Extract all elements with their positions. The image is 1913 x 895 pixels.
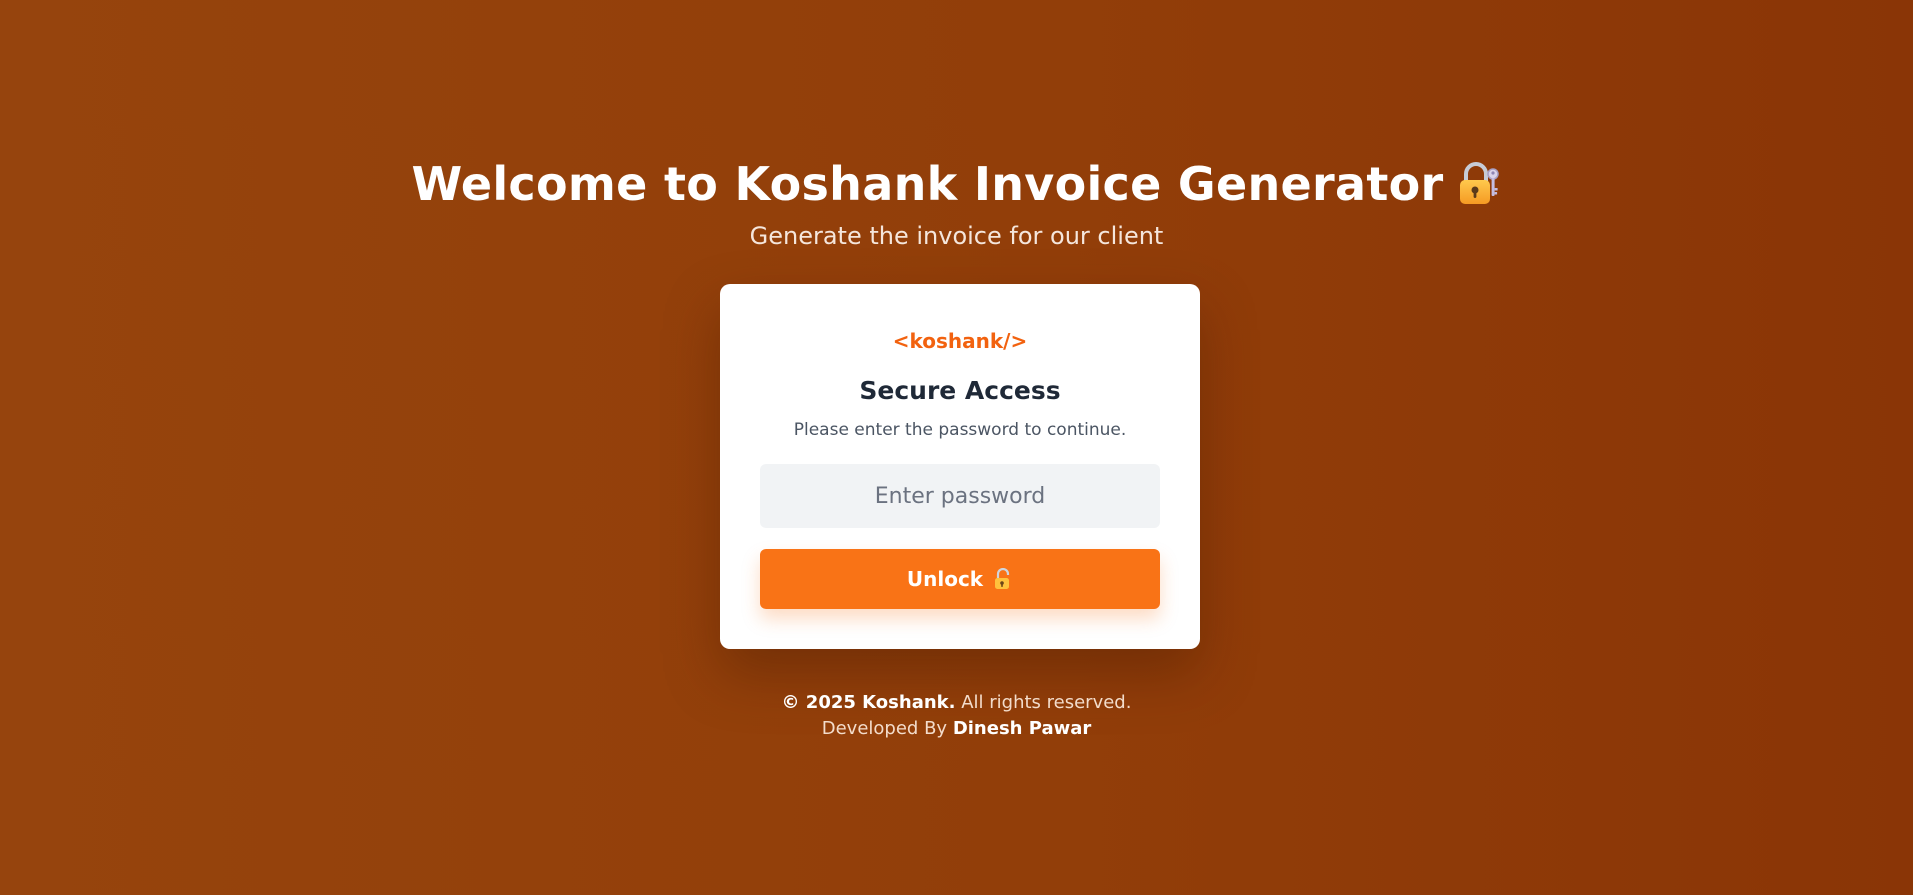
- lock-with-key-icon: [1456, 160, 1502, 206]
- footer: © 2025 Koshank. All rights reserved. Dev…: [0, 690, 1913, 742]
- footer-copyright: © 2025 Koshank.: [781, 692, 956, 713]
- unlocked-padlock-icon: [993, 567, 1013, 590]
- footer-developed-by-label: Developed By: [821, 718, 948, 739]
- footer-credit-line: Developed By Dinesh Pawar: [0, 716, 1913, 742]
- page-title-text: Welcome to Koshank Invoice Generator: [411, 157, 1444, 211]
- brand-logo: <koshank/>: [892, 329, 1028, 353]
- footer-rights: All rights reserved.: [961, 692, 1132, 713]
- footer-developer-name: Dinesh Pawar: [952, 718, 1092, 739]
- password-input[interactable]: [760, 464, 1160, 528]
- footer-copyright-line: © 2025 Koshank. All rights reserved.: [0, 690, 1913, 716]
- unlock-button[interactable]: Unlock: [760, 549, 1160, 609]
- login-page: Welcome to Koshank Invoice Generator Gen: [0, 0, 1913, 895]
- card-instructions: Please enter the password to continue.: [793, 420, 1127, 440]
- card-title: Secure Access: [859, 376, 1061, 405]
- login-card: <koshank/> Secure Access Please enter th…: [720, 284, 1200, 649]
- page-subtitle: Generate the invoice for our client: [749, 222, 1164, 250]
- page-title: Welcome to Koshank Invoice Generator: [0, 155, 1913, 213]
- unlock-button-label: Unlock: [906, 567, 984, 591]
